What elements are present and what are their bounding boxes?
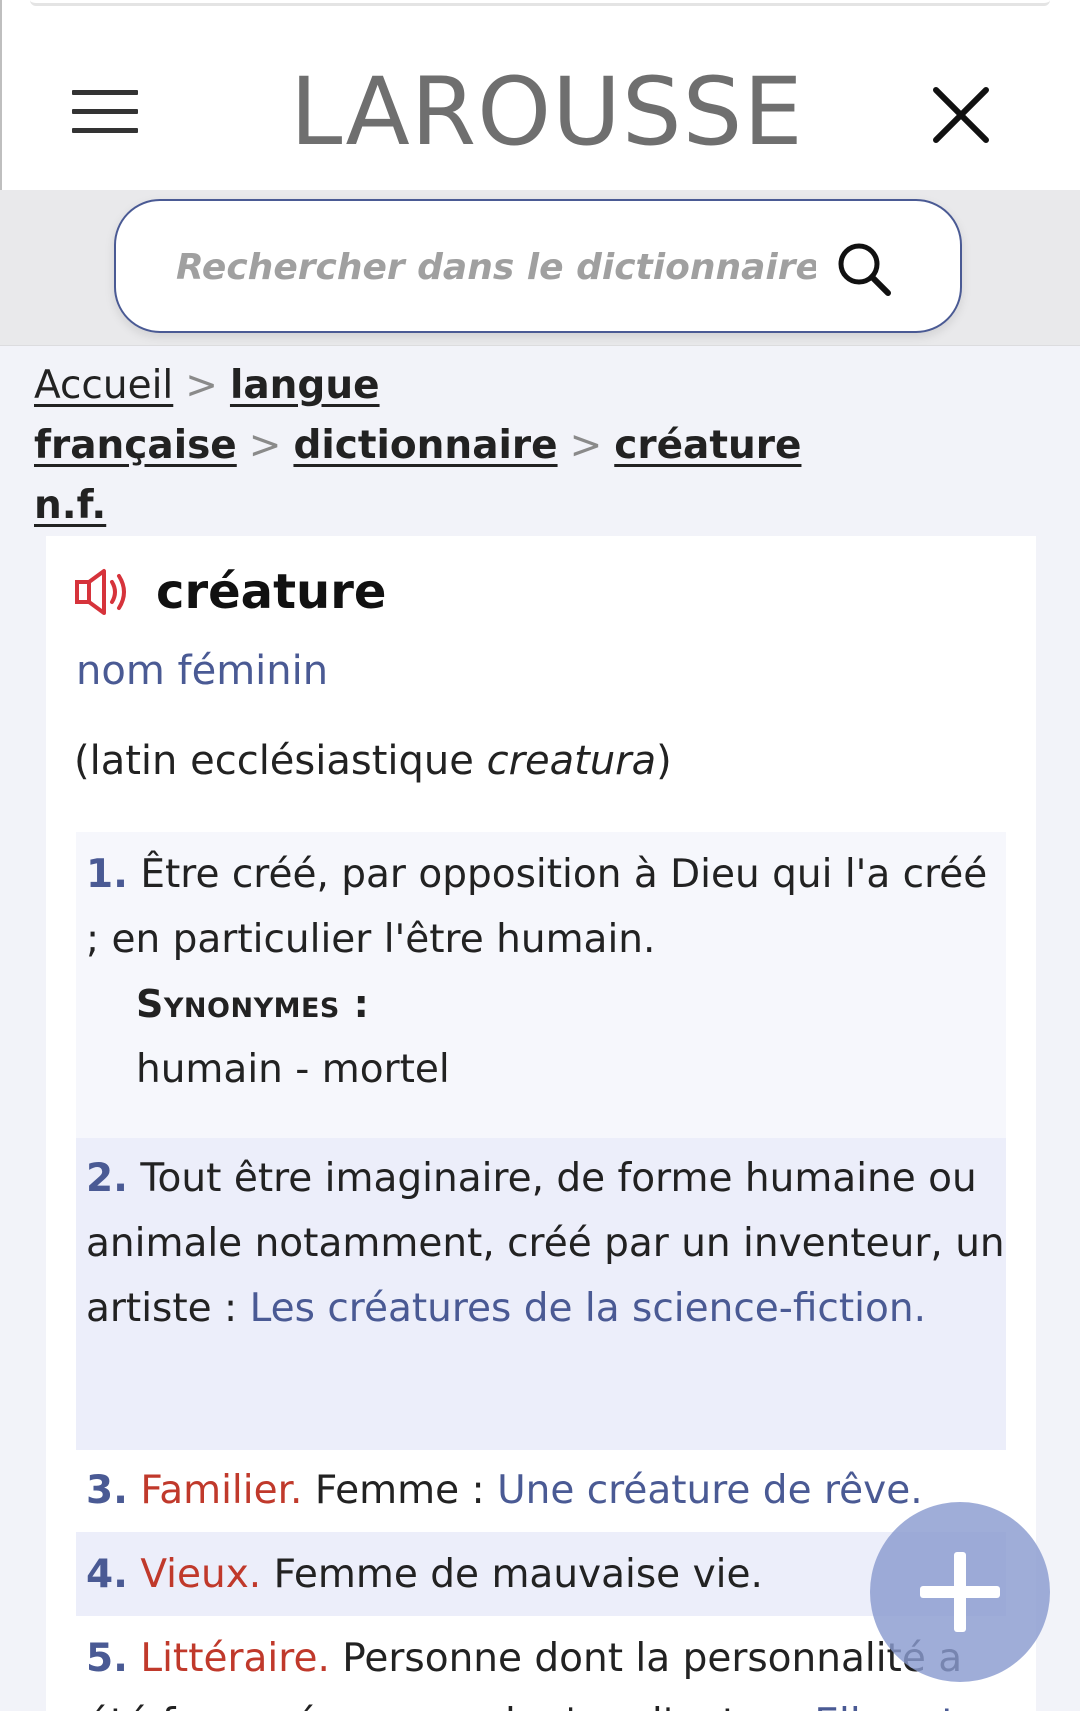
definition-3: 3. Familier. Femme : Une créature de rêv… [76, 1450, 1006, 1532]
definition-number: 4. [86, 1552, 128, 1597]
entry-card: créature nom féminin (latin ecclésiastiq… [46, 536, 1036, 1711]
top-divider [30, 0, 1050, 6]
synonyms-title: Synonymes : [136, 982, 370, 1026]
definition-text: Femme de mauvaise vie. [273, 1552, 763, 1597]
definition-register: Vieux. [140, 1552, 262, 1597]
plus-icon[interactable] [870, 1502, 1050, 1682]
definition-example: Une créature de rêve. [497, 1468, 923, 1513]
definition-1: 1. Être créé, par opposition à Dieu qui … [76, 832, 1006, 1138]
definition-2: 2. Tout être imaginaire, de forme humain… [76, 1138, 1006, 1450]
search-icon[interactable] [832, 237, 898, 303]
breadcrumb-separator: > [248, 423, 282, 468]
definition-register: Familier. [140, 1468, 303, 1513]
definition-4: 4. Vieux. Femme de mauvaise vie. [76, 1532, 1006, 1616]
breadcrumb-creature[interactable]: créature [614, 423, 801, 468]
page: LAROUSSE Accueil>langue française>dictio… [0, 0, 1080, 1711]
definition-register: Littéraire. [140, 1636, 330, 1681]
etymology-word: creatura [486, 738, 657, 784]
search-band [0, 190, 1080, 346]
breadcrumb-dictionnaire[interactable]: dictionnaire [293, 423, 557, 468]
etymology-prefix: (latin ecclésiastique [74, 738, 487, 784]
definition-number: 3. [86, 1468, 128, 1513]
synonyms-list[interactable]: humain - mortel [136, 1047, 450, 1092]
etymology: (latin ecclésiastique creatura) [74, 736, 672, 786]
synonyms-block: Synonymes : humain - mortel [86, 972, 1006, 1102]
left-edge-rule [0, 0, 2, 190]
headword: créature [156, 564, 387, 620]
larousse-logo[interactable]: LAROUSSE [290, 58, 803, 168]
speaker-icon[interactable] [74, 566, 134, 618]
part-of-speech: nom féminin [76, 648, 329, 694]
definition-example: Les créatures de la science-fiction. [249, 1286, 926, 1331]
definition-example: Elle est [814, 1701, 956, 1711]
definition-number: 5. [86, 1636, 128, 1681]
breadcrumb-separator: > [185, 363, 218, 408]
breadcrumb-separator: > [569, 423, 603, 468]
breadcrumb-home[interactable]: Accueil [34, 363, 173, 408]
etymology-suffix: ) [656, 738, 672, 784]
definition-text: Être créé, par opposition à Dieu qui l'a… [86, 852, 988, 962]
hamburger-menu-icon[interactable] [70, 90, 140, 134]
definition-5: 5. Littéraire. Personne dont la personna… [76, 1616, 1006, 1711]
breadcrumb: Accueil > langue française > dictionnaire > cr… [34, 356, 1054, 536]
header: LAROUSSE [0, 0, 1080, 190]
search-input[interactable] [176, 233, 816, 301]
definition-number: 2. [86, 1156, 128, 1201]
search-box [114, 199, 962, 333]
breadcrumb-nf[interactable]: n.f. [34, 483, 106, 528]
definition-number: 1. [86, 852, 128, 897]
definition-text: Femme : [314, 1468, 498, 1513]
close-icon[interactable] [928, 82, 994, 148]
